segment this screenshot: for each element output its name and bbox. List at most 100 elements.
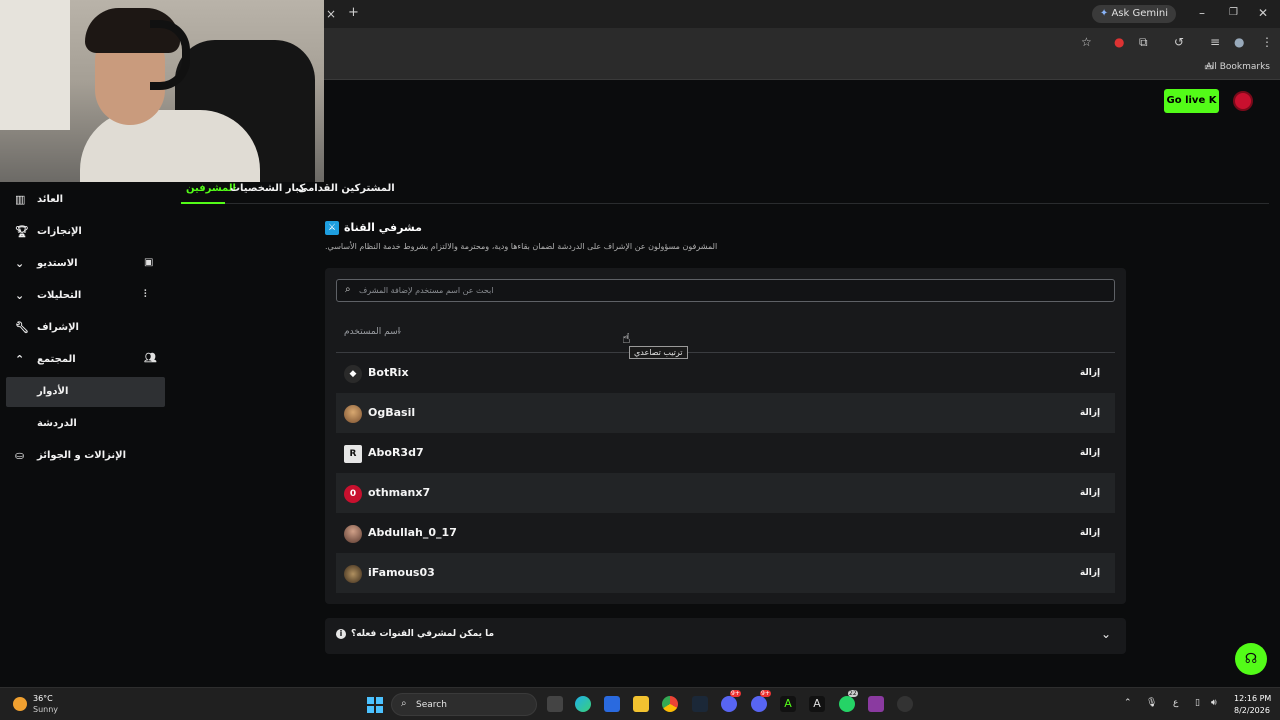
notification-badge: 9+ [760,690,771,697]
table-row: ◆ BotRix إزالة [336,353,1115,393]
menu-icon[interactable]: ⋮ [1261,35,1273,49]
all-bookmarks-link[interactable]: All Bookmarks [1206,62,1270,72]
sidebar-item-analytics[interactable]: ⌄ التحليلات ⫶ [6,281,165,311]
steam-icon[interactable] [692,696,708,712]
faq-accordion[interactable]: i ما يمكن لمشرفي القنوات فعله؟ ⌄ [325,618,1126,654]
whatsapp-icon[interactable]: 22 [839,690,858,712]
weather-condition[interactable]: Sunny [33,705,58,714]
sort-chevron-icon[interactable]: ⌄ [396,326,403,335]
restore-icon[interactable]: ❐ [1229,6,1238,20]
remove-button[interactable]: إزالة [1073,361,1107,385]
add-moderator-search[interactable]: ⌕ [336,279,1115,302]
table-row: OgBasil إزالة [336,393,1115,433]
wrench-icon: 🔧︎ [15,321,29,334]
sidebar-item-roles[interactable]: الأدوار [6,377,165,407]
sidebar-item-studio[interactable]: ⌄ الاستديو ▣ [6,249,165,279]
remove-button[interactable]: إزالة [1073,401,1107,425]
weather-temperature[interactable]: 36°C [33,694,53,703]
section-title: مشرفي القناة [344,221,422,234]
avatar [344,405,362,423]
table-row: R AboR3d7 إزالة [336,433,1115,473]
remove-button[interactable]: إزالة [1073,481,1107,505]
moderator-username[interactable]: iFamous03 [368,566,435,579]
volume-icon[interactable]: 🔊︎ [1211,698,1217,708]
clock-time[interactable]: 12:16 PM [1234,694,1271,703]
sidebar-item-moderation[interactable]: 🔧︎ الإشراف [6,313,165,343]
chevron-down-icon[interactable]: ⌄ [1101,627,1111,641]
taskbar-search[interactable]: ⌕ Search [391,693,537,716]
sidebar-item-label: العائد [37,194,64,205]
moderator-username[interactable]: AboR3d7 [368,446,424,459]
close-tab-icon[interactable]: × [326,7,336,21]
avatar: ◆ [344,365,362,383]
discord-icon[interactable]: 9+ [721,690,741,712]
tab-og-subscribers[interactable]: المشتركين القدامى [298,183,395,194]
ask-gemini-button[interactable]: ✦ Ask Gemini [1091,5,1176,23]
faq-label: ما يمكن لمشرفي القنوات فعله؟ [351,629,495,639]
username-column-header[interactable]: اسم المستخدم [344,327,400,337]
language-indicator[interactable]: ع [1173,698,1178,708]
ask-gemini-label: Ask Gemini [1111,8,1168,19]
close-window-icon[interactable]: ✕ [1258,6,1268,20]
search-input[interactable] [359,283,1099,298]
sidebar-item-revenue[interactable]: ▥ العائد [6,185,165,215]
tab-moderators[interactable]: المشرفين [186,183,236,194]
moderator-username[interactable]: othmanx7 [368,486,430,499]
moderator-username[interactable]: BotRix [368,366,409,379]
sidebar-item-label: الأدوار [37,386,69,397]
chrome-icon[interactable] [662,696,678,712]
sidebar-item-chat[interactable]: الدردشة [6,409,165,439]
chevron-up-icon[interactable]: ⌃ [1124,698,1132,708]
star-icon[interactable]: ☆ [1081,35,1092,49]
moderator-sword-icon: ⚔ [325,221,339,235]
remove-button[interactable]: إزالة [1073,521,1107,545]
task-view-icon[interactable] [547,696,563,712]
clock-date[interactable]: 8/2/2026 [1234,706,1270,715]
minimize-icon[interactable]: – [1199,6,1205,20]
profile-icon[interactable]: ● [1234,35,1244,49]
sidebar-item-community[interactable]: ⌃ المجتمع 👥︎ [6,345,165,375]
tab-vips[interactable]: كبار الشخصيات [230,183,305,194]
chart-icon: ▥ [15,193,26,206]
store-icon[interactable] [604,696,620,712]
go-live-button[interactable]: Go live K [1164,89,1219,113]
new-tab-icon[interactable]: + [348,6,359,20]
moderator-username[interactable]: OgBasil [368,406,415,419]
avatar [344,565,362,583]
moderator-username[interactable]: Abdullah_0_17 [368,526,457,539]
analytics-icon: ⫶ [144,289,147,300]
obs-icon[interactable] [897,696,913,712]
sidebar-item-achievements[interactable]: 🏆︎ الإنجازات [6,217,165,247]
user-avatar[interactable] [1233,91,1253,111]
sidebar-item-label: الدردشة [37,418,77,429]
wifi-icon[interactable]: ▯ [1195,698,1200,708]
table-row: 0 othmanx7 إزالة [336,473,1115,513]
remove-button[interactable]: إزالة [1073,441,1107,465]
table-row: iFamous03 إزالة [336,553,1115,593]
app-a-icon[interactable]: A [809,696,825,712]
sun-icon [13,697,27,711]
tab-divider [181,203,1269,204]
media-icon[interactable]: ≡ [1210,35,1220,49]
file-explorer-icon[interactable] [633,696,649,712]
trophy-icon: 🏆︎ [15,225,29,238]
microphone-icon[interactable]: 🎙︎ [1146,698,1157,708]
webcam-overlay [0,0,324,182]
sidebar-item-label: التحليلات [37,290,82,301]
remove-button[interactable]: إزالة [1073,561,1107,585]
extensions-icon[interactable]: ⧉ [1139,35,1148,49]
community-icon: 👥︎ [144,353,157,364]
windows-start-icon[interactable] [367,697,383,713]
info-icon: i [336,629,346,639]
windows-taskbar: 36°C Sunny ⌕ Search 9+ 9+ A A 22 ⌃ 🎙︎ ع … [0,687,1280,720]
support-chat-button[interactable]: ☊ [1235,643,1267,675]
sidebar-item-drops-rewards[interactable]: ⛀ الإنزالات و الجوائز [6,441,165,471]
app-a-green-icon[interactable]: A [780,696,796,712]
taskbar-search-label: Search [416,700,447,710]
history-icon[interactable]: ↺ [1174,35,1184,49]
extension-red-icon[interactable]: ● [1114,35,1124,49]
discord-icon-2[interactable]: 9+ [751,690,771,712]
sidebar-item-label: الإشراف [37,322,79,333]
edge-icon[interactable] [575,696,591,712]
game-app-icon[interactable] [868,696,884,712]
